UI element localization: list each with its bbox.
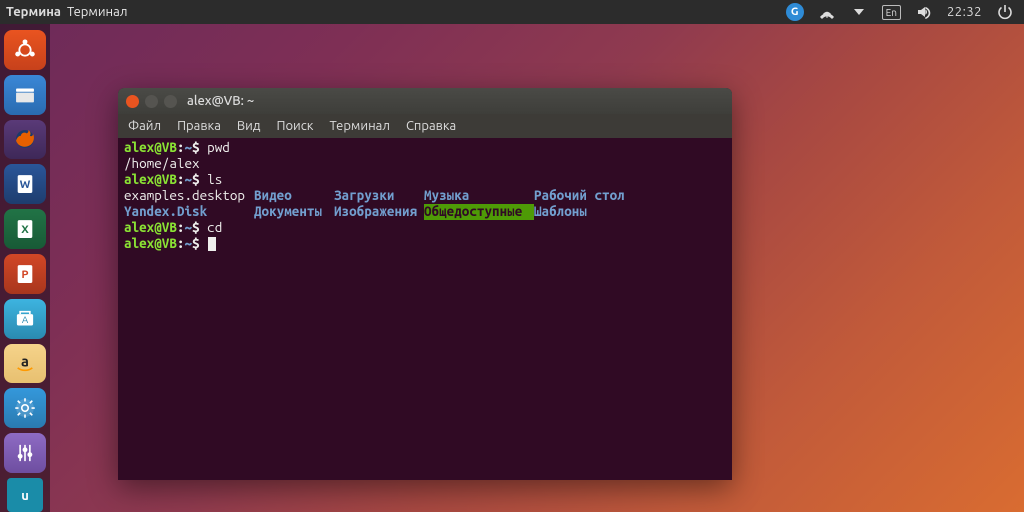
power-icon[interactable]	[996, 3, 1014, 21]
launcher-ubuntu-dash[interactable]	[4, 30, 46, 70]
window-titlebar[interactable]: alex@VB: ~	[118, 88, 732, 114]
window-close-button[interactable]	[126, 95, 139, 108]
ls-entry: examples.desktop	[124, 188, 254, 204]
ls-entry: Документы	[254, 204, 334, 220]
menu-file[interactable]: Файл	[128, 119, 161, 133]
dropdown-arrow-icon[interactable]	[850, 3, 868, 21]
launcher-usb-device[interactable]: u	[7, 478, 43, 512]
keyboard-language-indicator[interactable]: En	[882, 5, 901, 20]
window-maximize-button[interactable]	[164, 95, 177, 108]
svg-text:a: a	[21, 353, 29, 370]
svg-text:u: u	[21, 489, 29, 503]
terminal-body[interactable]: alex@VB:~$ pwd/home/alexalex@VB:~$ lsexa…	[118, 138, 732, 253]
active-app-label: ТерминаТерминал	[6, 5, 127, 19]
window-minimize-button[interactable]	[145, 95, 158, 108]
menu-edit[interactable]: Правка	[177, 119, 221, 133]
window-title: alex@VB: ~	[187, 94, 254, 108]
launcher-amazon[interactable]: a	[4, 344, 46, 384]
clock[interactable]: 22:32	[947, 5, 982, 19]
active-app-menu[interactable]: Терминал	[67, 5, 127, 19]
launcher-libreoffice-impress[interactable]: P	[4, 254, 46, 294]
volume-icon[interactable]	[915, 3, 933, 21]
ls-entry: Общедоступные	[424, 204, 534, 220]
launcher-libreoffice-calc[interactable]: X	[4, 209, 46, 249]
svg-text:W: W	[20, 178, 31, 191]
launcher-firefox[interactable]	[4, 120, 46, 160]
menu-search[interactable]: Поиск	[276, 119, 313, 133]
ls-entry: Загрузки	[334, 188, 424, 204]
launcher-sound-mixer[interactable]	[4, 433, 46, 473]
menu-help[interactable]: Справка	[406, 119, 456, 133]
unity-launcher: W X P A a u	[0, 24, 50, 512]
terminal-menubar: Файл Правка Вид Поиск Терминал Справка	[118, 114, 732, 138]
terminal-window[interactable]: alex@VB: ~ Файл Правка Вид Поиск Термина…	[118, 88, 732, 480]
ls-entry: Шаблоны	[534, 204, 634, 220]
cursor	[208, 237, 216, 251]
ls-entry: Yandex.Disk	[124, 204, 254, 220]
svg-text:P: P	[21, 268, 28, 281]
svg-text:A: A	[22, 314, 29, 325]
svg-text:X: X	[21, 223, 29, 236]
launcher-files[interactable]	[4, 75, 46, 115]
ls-entry: Видео	[254, 188, 334, 204]
chromium-indicator-icon[interactable]: G	[786, 3, 804, 21]
ls-entry: Музыка	[424, 188, 534, 204]
menu-terminal[interactable]: Терминал	[329, 119, 389, 133]
launcher-ubuntu-software[interactable]: A	[4, 299, 46, 339]
ls-entry: Изображения	[334, 204, 424, 220]
top-panel: ТерминаТерминал G En 22:32	[0, 0, 1024, 24]
ls-entry: Рабочий стол	[534, 188, 634, 204]
launcher-system-settings[interactable]	[4, 388, 46, 428]
menu-view[interactable]: Вид	[237, 119, 261, 133]
network-icon[interactable]	[818, 3, 836, 21]
launcher-libreoffice-writer[interactable]: W	[4, 164, 46, 204]
